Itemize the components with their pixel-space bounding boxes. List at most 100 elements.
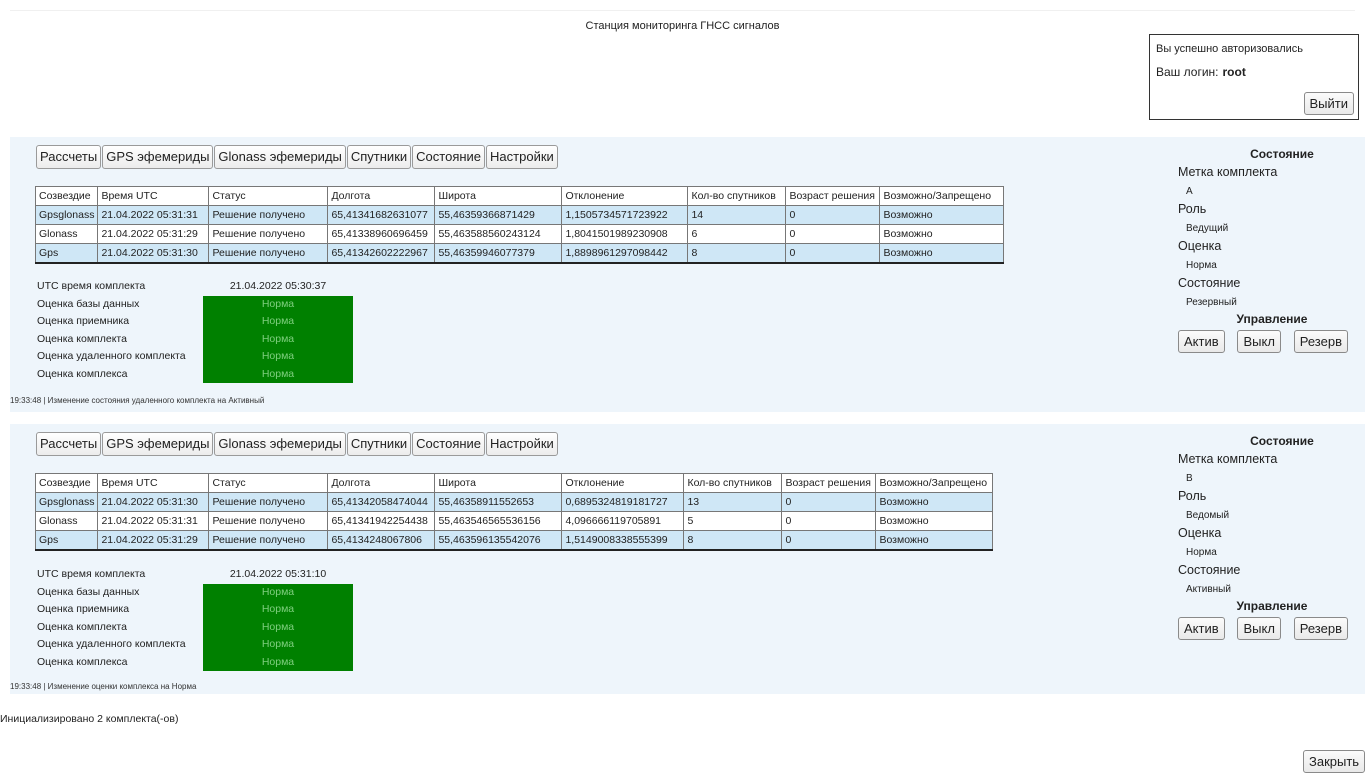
status-label: Оценка комплекта xyxy=(37,332,127,345)
table-cell: Возможно xyxy=(875,530,994,551)
table-cell: Возможно xyxy=(879,224,1005,244)
off-button[interactable]: Выкл xyxy=(1237,617,1281,640)
tab-state[interactable]: Состояние xyxy=(412,432,486,456)
status-label: Оценка удаленного комплекта xyxy=(37,350,186,362)
table-cell: Возможно xyxy=(875,492,994,512)
tab-calculations[interactable]: Рассчеты xyxy=(36,145,102,169)
status-badge: Норма xyxy=(203,365,353,383)
mark-label: Метка комплекта xyxy=(1178,452,1278,466)
tab-satellites[interactable]: Спутники xyxy=(346,432,412,456)
status-label: Оценка базы данных xyxy=(37,585,140,598)
reserve-button[interactable]: Резерв xyxy=(1293,330,1348,353)
status-badge: Норма xyxy=(203,653,353,671)
logout-button[interactable]: Выйти xyxy=(1303,92,1354,115)
tab-glonass-ephemeris[interactable]: Glonass эфемериды xyxy=(214,145,346,169)
table-cell: 5 xyxy=(683,511,783,531)
tab-glonass-ephemeris[interactable]: Glonass эфемериды xyxy=(214,432,346,456)
state-value: Резервный xyxy=(1186,297,1237,308)
table-cell: Решение получено xyxy=(208,243,329,264)
table-cell: 1,8041501989230908 xyxy=(561,224,689,244)
event-log: 19:33:48 | Изменение состояния удаленног… xyxy=(10,396,265,405)
off-button[interactable]: Выкл xyxy=(1237,330,1281,353)
status-badge: Норма xyxy=(203,618,353,636)
table-cell: Возможно xyxy=(879,205,1005,225)
tab-state[interactable]: Состояние xyxy=(412,145,486,169)
table-cell: 21.04.2022 05:31:30 xyxy=(97,492,210,512)
table-cell: Gps xyxy=(34,243,99,264)
table-cell: Gpsglonass xyxy=(34,492,99,512)
col-deviation: Отклонение xyxy=(561,473,685,493)
status-label: Оценка приемника xyxy=(37,315,130,327)
table-cell: 0 xyxy=(785,224,881,244)
tab-gps-ephemeris[interactable]: GPS эфемериды xyxy=(102,145,214,169)
table-cell: 65,41342058474044 xyxy=(327,492,436,512)
auth-box: Вы успешно авторизовались Ваш логин: root… xyxy=(1149,34,1359,120)
table-row[interactable]: Gpsglonass 21.04.2022 05:31:30 Решение пол… xyxy=(34,492,994,512)
utc-time-value: 21.04.2022 05:31:10 xyxy=(229,568,327,580)
role-value: Ведущий xyxy=(1186,223,1229,234)
table-header: Созвездие Время UTC Статус Долгота Широт… xyxy=(34,473,994,493)
active-button[interactable]: Актив xyxy=(1178,330,1225,353)
complex-panel-a: Рассчеты GPS эфемериды Glonass эфемериды… xyxy=(10,137,1365,412)
table-cell: 13 xyxy=(683,492,783,512)
state-label: Состояние xyxy=(1178,276,1241,290)
role-label: Роль xyxy=(1178,489,1207,503)
active-button[interactable]: Актив xyxy=(1178,617,1225,640)
col-status: Статус xyxy=(208,186,329,206)
col-latitude: Широта xyxy=(434,186,563,206)
table-row[interactable]: Glonass 21.04.2022 05:31:31 Решение получе… xyxy=(34,511,994,531)
table-cell: 65,41338960696459 xyxy=(327,224,436,244)
col-constellation: Созвездие xyxy=(34,186,99,206)
table-cell: 21.04.2022 05:31:31 xyxy=(97,511,210,531)
status-label: Оценка удаленного комплекта xyxy=(37,638,186,650)
top-divider xyxy=(10,10,1355,11)
table-cell: 1,5149008338555399 xyxy=(561,530,685,551)
table-cell: 65,41341942254438 xyxy=(327,511,436,531)
status-label: Оценка приемника xyxy=(37,603,130,615)
table-cell: Возможно xyxy=(879,243,1005,264)
reserve-button[interactable]: Резерв xyxy=(1293,617,1348,640)
table-cell: 0 xyxy=(781,492,877,512)
table-cell: 21.04.2022 05:31:29 xyxy=(97,224,210,244)
table-cell: Решение получено xyxy=(208,511,329,531)
tab-settings[interactable]: Настройки xyxy=(486,432,558,456)
tab-settings[interactable]: Настройки xyxy=(486,145,558,169)
status-area: UTC время комплекта 21.04.2022 05:31:10 О… xyxy=(37,566,353,671)
state-label: Состояние xyxy=(1178,563,1241,577)
event-log: 19:33:48 | Изменение оценки комплекса на… xyxy=(10,682,197,691)
col-sat-count: Кол-во спутников xyxy=(683,473,783,493)
col-latitude: Широта xyxy=(434,473,563,493)
complex-panel-b: Рассчеты GPS эфемериды Glonass эфемериды… xyxy=(10,424,1365,694)
table-row[interactable]: Gps 21.04.2022 05:31:29 Решение получено 65… xyxy=(34,530,994,551)
table-row[interactable]: Gps 21.04.2022 05:31:30 Решение получено 65… xyxy=(34,243,1005,264)
table-cell: 55,46359366871429 xyxy=(434,205,563,225)
control-buttons: Актив Выкл Резерв xyxy=(1178,617,1348,640)
table-cell: 55,463546565536156 xyxy=(434,511,563,531)
table-cell: Gps xyxy=(34,530,99,551)
mark-value: A xyxy=(1186,186,1193,197)
state-title: Состояние xyxy=(1250,434,1314,448)
table-row[interactable]: Gpsglonass 21.04.2022 05:31:31 Решение пол… xyxy=(34,205,1005,225)
table-cell: 55,46358911552653 xyxy=(434,492,563,512)
table-cell: 0 xyxy=(785,205,881,225)
tab-gps-ephemeris[interactable]: GPS эфемериды xyxy=(102,432,214,456)
table-cell: 21.04.2022 05:31:31 xyxy=(97,205,210,225)
page-title: Станция мониторинга ГНСС сигналов xyxy=(585,20,780,32)
tab-satellites[interactable]: Спутники xyxy=(346,145,412,169)
table-cell: 0 xyxy=(785,243,881,264)
col-constellation: Созвездие xyxy=(34,473,99,493)
table-cell: 4,096666119705891 xyxy=(561,511,685,531)
table-cell: 8 xyxy=(687,243,787,264)
tab-calculations[interactable]: Рассчеты xyxy=(36,432,102,456)
rating-label: Оценка xyxy=(1178,526,1222,540)
col-solution-age: Возраст решения xyxy=(785,186,881,206)
close-button[interactable]: Закрыть xyxy=(1303,750,1365,773)
state-value: Активный xyxy=(1186,584,1231,595)
status-badge: Норма xyxy=(203,313,353,331)
status-label: Оценка комплекса xyxy=(37,655,128,668)
state-sidebar: Состояние Метка комплекта B Роль Ведомый… xyxy=(1178,434,1358,640)
mark-label: Метка комплекта xyxy=(1178,165,1278,179)
table-row[interactable]: Glonass 21.04.2022 05:31:29 Решение получе… xyxy=(34,224,1005,244)
tab-bar: Рассчеты GPS эфемериды Glonass эфемериды… xyxy=(36,145,559,169)
role-value: Ведомый xyxy=(1186,510,1230,521)
